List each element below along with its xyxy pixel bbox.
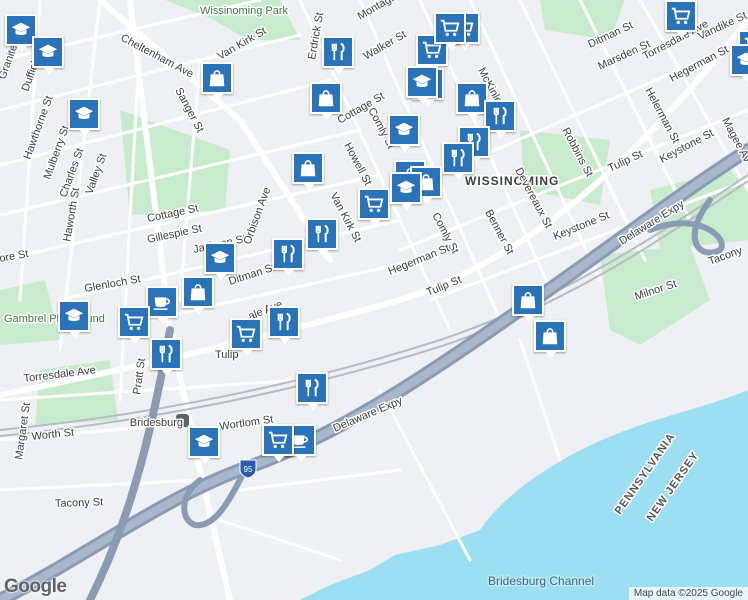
poi-pin-cafe[interactable] bbox=[146, 286, 178, 324]
interstate-shield: 95 bbox=[239, 459, 257, 479]
fork-knife-icon bbox=[155, 343, 177, 365]
fork-knife-icon bbox=[301, 377, 323, 399]
poi-pin-shopping[interactable] bbox=[262, 424, 294, 462]
cart-icon bbox=[670, 5, 692, 27]
cart-icon bbox=[123, 311, 145, 333]
poi-pin-school[interactable] bbox=[388, 114, 420, 152]
shopping-bag-icon bbox=[517, 289, 539, 311]
map-attribution[interactable]: Map data ©2025 Google bbox=[628, 587, 748, 600]
cart-icon bbox=[363, 193, 385, 215]
poi-pin-school[interactable] bbox=[204, 242, 236, 280]
poi-pin-store[interactable] bbox=[512, 284, 544, 322]
poi-pin-school[interactable] bbox=[406, 66, 438, 104]
poi-pin-restaurant[interactable] bbox=[306, 218, 338, 256]
school-icon bbox=[393, 119, 415, 141]
poi-pin-store[interactable] bbox=[534, 320, 566, 358]
poi-pin-school[interactable] bbox=[58, 300, 90, 338]
school-icon bbox=[193, 431, 215, 453]
poi-pin-shopping[interactable] bbox=[665, 0, 697, 38]
poi-pin-shopping[interactable] bbox=[118, 306, 150, 344]
poi-pin-shopping[interactable] bbox=[434, 12, 466, 50]
shopping-bag-icon bbox=[206, 67, 228, 89]
water-label: Bridesburg Channel bbox=[488, 574, 594, 588]
cart-icon bbox=[267, 429, 289, 451]
fork-knife-icon bbox=[273, 311, 295, 333]
poi-pin-restaurant[interactable] bbox=[272, 238, 304, 276]
poi-pin-school[interactable] bbox=[730, 44, 748, 82]
park-label: Wissinoming Park bbox=[200, 5, 289, 17]
school-icon bbox=[411, 71, 433, 93]
google-logo: Google bbox=[4, 576, 67, 597]
poi-pin-school[interactable] bbox=[68, 98, 100, 136]
shopping-bag-icon bbox=[297, 157, 319, 179]
street-label: Tulip bbox=[215, 349, 238, 361]
school-icon bbox=[735, 49, 748, 71]
school-icon bbox=[63, 305, 85, 327]
poi-pin-restaurant[interactable] bbox=[296, 372, 328, 410]
fork-knife-icon bbox=[327, 41, 349, 63]
school-icon bbox=[73, 103, 95, 125]
coffee-cup-icon bbox=[151, 291, 173, 313]
poi-pin-shopping[interactable] bbox=[358, 188, 390, 226]
poi-pin-store[interactable] bbox=[292, 152, 324, 190]
school-icon bbox=[10, 19, 32, 41]
shopping-bag-icon bbox=[461, 87, 483, 109]
poi-pin-restaurant[interactable] bbox=[150, 338, 182, 376]
station-label: Bridesburg bbox=[130, 417, 183, 429]
poi-pin-shopping[interactable] bbox=[230, 318, 262, 356]
neighborhood-label: WISSINOMING bbox=[465, 174, 559, 188]
fork-knife-icon bbox=[489, 105, 511, 127]
poi-pin-store[interactable] bbox=[201, 62, 233, 100]
fork-knife-icon bbox=[311, 223, 333, 245]
poi-pin-school[interactable] bbox=[188, 426, 220, 464]
poi-pin-restaurant[interactable] bbox=[322, 36, 354, 74]
interstate-number: 95 bbox=[244, 465, 253, 474]
school-icon bbox=[209, 247, 231, 269]
fork-knife-icon bbox=[447, 147, 469, 169]
street-label: Tacony St bbox=[55, 496, 104, 510]
poi-pin-store[interactable] bbox=[310, 82, 342, 120]
fork-knife-icon bbox=[277, 243, 299, 265]
school-icon bbox=[395, 177, 417, 199]
cart-icon bbox=[439, 17, 461, 39]
poi-pin-restaurant[interactable] bbox=[442, 142, 474, 180]
shopping-bag-icon bbox=[187, 281, 209, 303]
poi-pin-school[interactable] bbox=[390, 172, 422, 210]
map-canvas[interactable]: 95 WISSINOMING Cheltenham Ave Torresdale… bbox=[0, 0, 748, 600]
school-icon bbox=[37, 41, 59, 63]
shopping-bag-icon bbox=[315, 87, 337, 109]
poi-pin-restaurant[interactable] bbox=[268, 306, 300, 344]
cart-icon bbox=[235, 323, 257, 345]
poi-pin-store[interactable] bbox=[182, 276, 214, 314]
shopping-bag-icon bbox=[539, 325, 561, 347]
poi-pin-school[interactable] bbox=[32, 36, 64, 74]
